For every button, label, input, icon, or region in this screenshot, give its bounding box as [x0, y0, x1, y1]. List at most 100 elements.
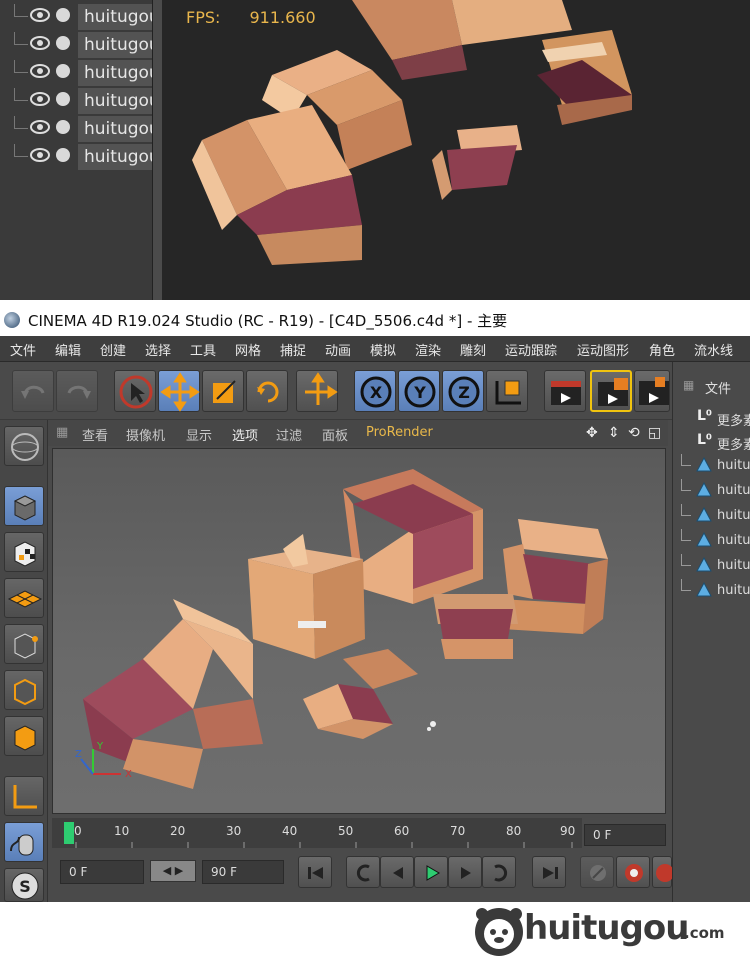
object-row[interactable]: huitugou [14, 116, 154, 142]
next-keyframe-icon[interactable] [482, 856, 516, 888]
edges-mode-icon[interactable] [4, 670, 44, 710]
tweak-mode-icon[interactable] [4, 822, 44, 862]
axis-x-button[interactable]: X [354, 370, 396, 412]
axis-z-button[interactable]: Z [442, 370, 484, 412]
menu-edit[interactable]: 编辑 [55, 340, 81, 359]
menu-simulate[interactable]: 模拟 [370, 340, 396, 359]
object-row[interactable]: huitugou [14, 88, 154, 114]
menu-mograph[interactable]: 运动图形 [577, 340, 629, 359]
menu-create[interactable]: 创建 [100, 340, 126, 359]
eye-icon[interactable] [30, 7, 50, 23]
next-frame-icon[interactable] [448, 856, 482, 888]
object-row[interactable]: huitugou [14, 4, 154, 30]
menu-motion-tracking[interactable]: 运动跟踪 [505, 340, 557, 359]
scale-tool-button[interactable] [202, 370, 244, 412]
polygons-mode-icon[interactable] [4, 716, 44, 756]
goto-end-icon[interactable] [532, 856, 566, 888]
record-disabled-icon[interactable] [580, 856, 614, 888]
object-manager-row[interactable]: L⁰ 更多素材 [681, 430, 750, 454]
viewport-menu-camera[interactable]: 摄像机 [126, 425, 165, 444]
select-tool-button[interactable] [114, 370, 156, 412]
object-manager-row[interactable]: huitugou [681, 554, 750, 578]
frame-stepper-icon[interactable]: ◀ ▶ [150, 860, 196, 882]
object-row[interactable]: huitugou [14, 60, 154, 86]
object-manager-row[interactable]: huitugou [681, 479, 750, 503]
viewport-grip-icon[interactable]: ▦ [56, 425, 68, 440]
viewport-menu-view[interactable]: 查看 [82, 425, 108, 444]
object-manager-row[interactable]: L⁰ 更多素材 [681, 406, 750, 430]
visibility-dot-icon[interactable] [56, 92, 70, 106]
redo-button[interactable] [56, 370, 98, 412]
eye-icon[interactable] [30, 119, 50, 135]
record-keys-icon[interactable] [616, 856, 650, 888]
visibility-dot-icon[interactable] [56, 64, 70, 78]
eye-icon[interactable] [30, 63, 50, 79]
visibility-dot-icon[interactable] [56, 148, 70, 162]
end-frame-field[interactable]: 90 F [202, 860, 284, 884]
object-manager-row[interactable]: huitugou [681, 504, 750, 528]
object-manager-row[interactable]: huitugou [681, 454, 750, 478]
menu-snap[interactable]: 捕捉 [280, 340, 306, 359]
menu-mesh[interactable]: 网格 [235, 340, 261, 359]
menu-select[interactable]: 选择 [145, 340, 171, 359]
top-viewport[interactable] [162, 0, 750, 303]
panel-grip-icon[interactable]: ▦ [683, 378, 694, 392]
workplane-icon[interactable] [4, 426, 44, 466]
render-view-button[interactable] [544, 370, 586, 412]
menu-tools[interactable]: 工具 [190, 340, 216, 359]
workplane-grid-icon[interactable] [4, 578, 44, 618]
axis-mode-icon[interactable] [4, 776, 44, 816]
menu-animate[interactable]: 动画 [325, 340, 351, 359]
move-tool-button[interactable] [158, 370, 200, 412]
render-picture-viewer-button[interactable] [590, 370, 632, 412]
live-select-button[interactable] [296, 370, 338, 412]
eye-icon[interactable] [30, 35, 50, 51]
object-name[interactable]: huitugou [78, 116, 154, 142]
viewport-menu-options[interactable]: 选项 [232, 425, 258, 444]
menu-pipeline[interactable]: 流水线 [694, 340, 733, 359]
window-titlebar[interactable]: CINEMA 4D R19.024 Studio (RC - R19) - [C… [0, 304, 750, 336]
object-name[interactable]: huitugou [78, 60, 154, 86]
auto-key-icon[interactable] [652, 856, 674, 888]
viewport-menu-panel[interactable]: 面板 [322, 425, 348, 444]
prev-keyframe-icon[interactable] [346, 856, 380, 888]
prev-frame-icon[interactable] [380, 856, 414, 888]
viewport-nav-move-icon[interactable]: ✥ [586, 425, 598, 441]
goto-start-icon[interactable] [298, 856, 332, 888]
texture-mode-icon[interactable] [4, 532, 44, 572]
object-manager-file-menu[interactable]: 文件 [705, 378, 731, 397]
model-mode-icon[interactable] [4, 486, 44, 526]
viewport-menu-filter[interactable]: 过滤 [276, 425, 302, 444]
viewport-maximize-icon[interactable]: ◱ [648, 425, 661, 441]
timeline-ruler[interactable]: 0 10 20 30 40 50 60 70 80 90 [52, 818, 582, 848]
undo-button[interactable] [12, 370, 54, 412]
object-row[interactable]: huitugou [14, 32, 154, 58]
current-frame-field[interactable]: 0 F [584, 824, 666, 846]
visibility-dot-icon[interactable] [56, 8, 70, 22]
visibility-dot-icon[interactable] [56, 120, 70, 134]
render-settings-button[interactable] [634, 370, 670, 412]
eye-icon[interactable] [30, 91, 50, 107]
object-name[interactable]: huitugou [78, 4, 154, 30]
viewport-nav-rotate-icon[interactable]: ⟲ [628, 425, 640, 441]
panel-divider[interactable] [152, 0, 162, 303]
object-name[interactable]: huitugou [78, 144, 154, 170]
menu-sculpt[interactable]: 雕刻 [460, 340, 486, 359]
coordinate-system-button[interactable] [486, 370, 528, 412]
object-name[interactable]: huitugou [78, 32, 154, 58]
menu-render[interactable]: 渲染 [415, 340, 441, 359]
play-icon[interactable] [414, 856, 448, 888]
object-row[interactable]: huitugou [14, 144, 154, 170]
viewport-menu-prorender[interactable]: ProRender [366, 425, 433, 440]
snap-icon[interactable]: S [4, 868, 44, 902]
axis-y-button[interactable]: Y [398, 370, 440, 412]
viewport-menu-display[interactable]: 显示 [186, 425, 212, 444]
object-name[interactable]: huitugou [78, 88, 154, 114]
points-mode-icon[interactable] [4, 624, 44, 664]
perspective-viewport[interactable]: Y X Z [52, 448, 666, 814]
menu-character[interactable]: 角色 [649, 340, 675, 359]
object-manager-row[interactable]: huitugou [681, 579, 750, 603]
viewport-nav-updown-icon[interactable]: ⇕ [608, 425, 620, 441]
eye-icon[interactable] [30, 147, 50, 163]
rotate-tool-button[interactable] [246, 370, 288, 412]
